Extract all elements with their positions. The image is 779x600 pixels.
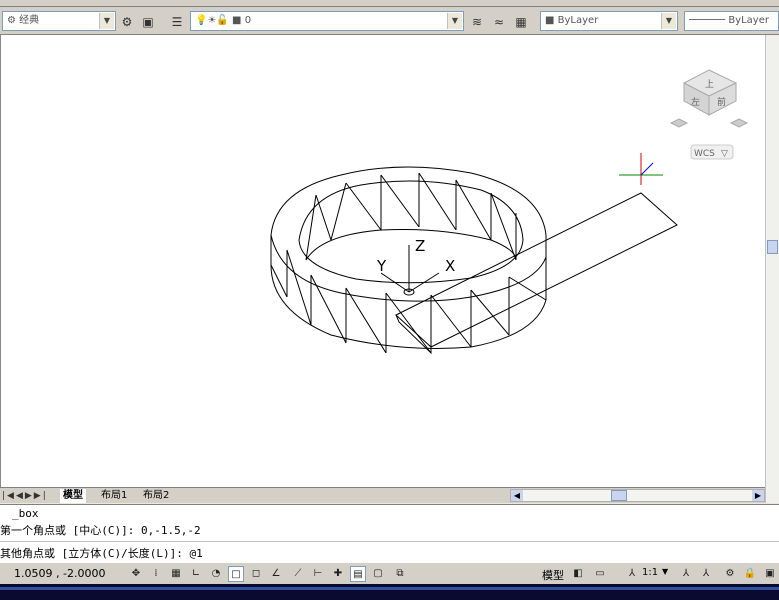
linetype-preview: ────── [689, 15, 729, 26]
status-bar: 1.0509 , -2.0000 ✥ ⁞ ▦ ∟ ◔ □ ◻ ∠ ⟋ ⊢ ✚ ▤… [0, 562, 779, 584]
layout-view-icon[interactable]: ◧ [570, 566, 586, 582]
dynamic-input-icon[interactable]: ⊢ [310, 566, 326, 582]
command-divider [0, 541, 779, 542]
gear-icon: ⚙ [7, 15, 20, 26]
coordinate-readout[interactable]: 1.0509 , -2.0000 [14, 567, 105, 580]
ucs-x-label: X [445, 257, 455, 275]
horizontal-scroll-thumb[interactable] [611, 490, 627, 501]
annotation-scale-value[interactable]: 1:1 [642, 567, 658, 578]
grid-display-icon[interactable]: ▦ [168, 566, 184, 582]
crosshair-cursor [619, 153, 663, 185]
linetype-value: ByLayer [728, 15, 769, 26]
outer-rim-back [270, 166, 547, 236]
model-drawing: Z Y X 上 左 前 WCS ▽ [270, 69, 749, 355]
transparency-icon[interactable]: ▤ [350, 566, 366, 582]
inner-wall-bottom [305, 228, 517, 261]
quick-view-drawings-icon[interactable]: ▭ [592, 566, 608, 582]
taskbar [0, 584, 779, 600]
taskbar-highlight [0, 587, 779, 590]
ucs-axes [380, 245, 440, 293]
viewcube-face-left: 左 [691, 96, 700, 108]
command-input-line[interactable]: 其他角点或 [立方体(C)/长度(L)]: @1 [0, 545, 203, 561]
command-history-line: 第一个角点或 [中心(C)]: 0,-1.5,-2 [0, 524, 201, 537]
horizontal-scrollbar[interactable]: ◀ ▶ [510, 489, 765, 502]
ucs-z-label: Z [415, 237, 425, 255]
command-window[interactable]: _box 第一个角点或 [中心(C)]: 0,-1.5,-2 其他角点或 [立方… [0, 504, 779, 562]
workspace-switch-gear-icon[interactable]: ⚙ [722, 566, 738, 582]
scroll-left-icon[interactable]: ◀ [511, 490, 523, 501]
3d-object-snap-icon[interactable]: ◻ [248, 566, 264, 582]
viewcube[interactable]: 上 左 前 WCS ▽ [669, 69, 749, 160]
annotation-scale-icon[interactable]: ⅄ [624, 566, 640, 582]
gear-icon[interactable]: ⚙ [118, 13, 136, 31]
lineweight-icon[interactable]: ✚ [330, 566, 346, 582]
chevron-down-icon[interactable]: ▼ [662, 567, 668, 576]
viewcube-face-front: 前 [717, 96, 726, 108]
annotation-visibility-icon[interactable]: ⅄ [678, 566, 694, 582]
linetype-dropdown[interactable]: ────── ByLayer [684, 11, 779, 31]
scroll-right-icon[interactable]: ▶ [752, 490, 764, 501]
quick-properties-icon[interactable]: ▢ [370, 566, 386, 582]
inner-rim [298, 180, 524, 284]
chevron-down-icon: ▼ [661, 13, 676, 29]
tab-layout2[interactable]: 布局2 [140, 489, 172, 503]
color-dropdown[interactable]: ■ ByLayer ▼ [540, 11, 678, 31]
polar-tracking-icon[interactable]: ◔ [208, 566, 224, 582]
infer-constraints-icon[interactable]: ✥ [128, 566, 144, 582]
clean-screen-icon[interactable]: ▣ [762, 566, 778, 582]
viewcube-corner-icon [729, 118, 749, 128]
command-history-line: _box [12, 507, 39, 520]
object-snap-icon[interactable]: □ [228, 566, 244, 582]
tab-layout1[interactable]: 布局1 [98, 489, 130, 503]
vertical-scroll-thumb[interactable] [767, 240, 778, 254]
ucs-y-label: Y [376, 257, 387, 275]
selection-cycling-icon[interactable]: ⧉ [392, 566, 408, 582]
color-swatch-icon: ■ [545, 15, 558, 26]
properties-toolbar: ⚙ 经典 ▼ ⚙ ▣ ☰ 💡☀🔓 ■ 0 ▼ ≋ ≈ ▦ ■ ByLayer ▼… [0, 7, 779, 35]
workspace-settings-icon[interactable]: ▣ [139, 13, 157, 31]
tab-navigation-arrows[interactable]: |◀◀▶▶| [2, 490, 56, 502]
make-current-layer-icon[interactable]: ≋ [468, 13, 486, 31]
snap-mode-icon[interactable]: ⁞ [148, 566, 164, 582]
auto-scale-icon[interactable]: ⅄ [698, 566, 714, 582]
drawing-area[interactable]: Z Y X 上 左 前 WCS ▽ [0, 35, 765, 487]
lock-icon[interactable]: 🔒 [742, 566, 758, 582]
layer-state-icon[interactable]: ▦ [512, 13, 530, 31]
layer-value: 0 [244, 15, 252, 26]
chevron-down-icon: ▼ [447, 13, 462, 29]
ortho-mode-icon[interactable]: ∟ [188, 566, 204, 582]
workspace-value: 经典 [19, 15, 40, 26]
handle-box-top [395, 192, 678, 348]
layer-dropdown[interactable]: 💡☀🔓 ■ 0 ▼ [190, 11, 464, 31]
viewcube-face-top: 上 [705, 79, 714, 90]
model-space-label[interactable]: 模型 [542, 567, 564, 583]
object-snap-tracking-icon[interactable]: ∠ [268, 566, 284, 582]
bulb-icon: 💡☀🔓 [195, 15, 229, 26]
layer-previous-icon[interactable]: ≈ [490, 13, 508, 31]
tab-model[interactable]: 模型 [60, 489, 86, 503]
chevron-down-icon: ▼ [99, 13, 114, 29]
color-swatch-icon: ■ [228, 15, 245, 26]
wcs-label: WCS [694, 149, 715, 159]
chevron-down-icon: ▽ [721, 149, 728, 159]
layer-manager-icon[interactable]: ☰ [168, 13, 186, 31]
workspace-dropdown[interactable]: ⚙ 经典 ▼ [2, 11, 116, 31]
viewcube-corner-icon [669, 118, 689, 128]
dynamic-ucs-icon[interactable]: ⟋ [290, 566, 306, 582]
toolbar-strip-top [0, 0, 779, 7]
vertical-scrollbar[interactable] [765, 35, 779, 503]
color-value: ByLayer [557, 15, 599, 26]
